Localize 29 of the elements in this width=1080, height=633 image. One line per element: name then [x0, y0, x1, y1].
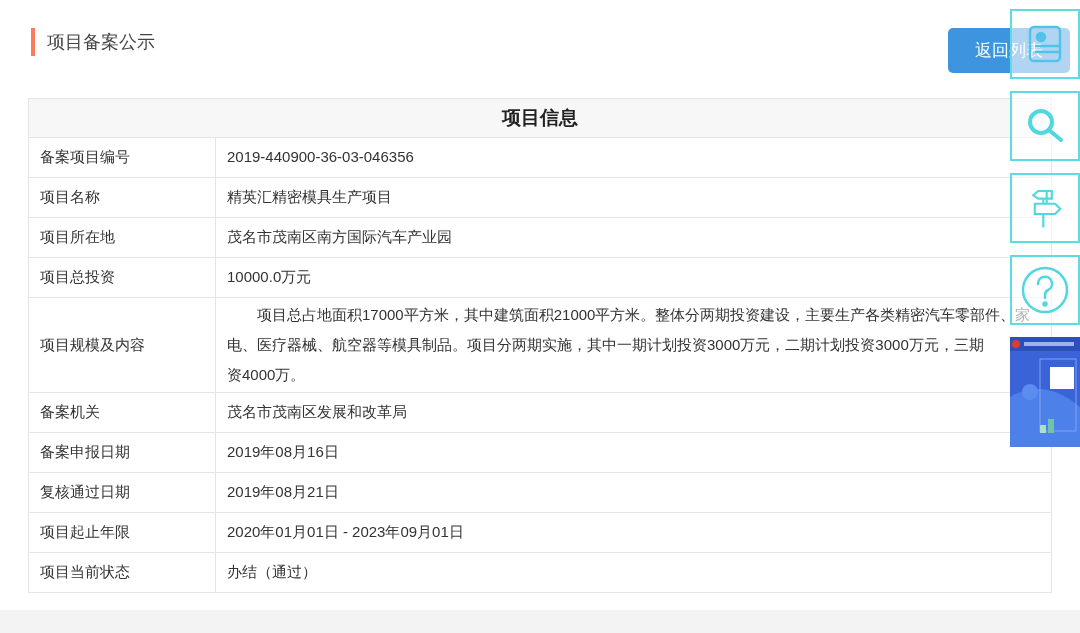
field-value: 2020年01月01日 - 2023年09月01日: [227, 522, 464, 543]
table-title: 项目信息: [502, 105, 578, 130]
field-label: 项目总投资: [40, 267, 115, 288]
description-line: 资4000万。: [227, 365, 307, 385]
sidebar-tool-button[interactable]: [1010, 173, 1080, 243]
field-label: 项目规模及内容: [40, 334, 145, 355]
sidebar-tool-button[interactable]: [1010, 91, 1080, 161]
sidebar-tool-button[interactable]: [1010, 255, 1080, 325]
field-label: 项目所在地: [40, 227, 115, 248]
field-label: 备案申报日期: [40, 442, 130, 463]
field-value: 茂名市茂南区发展和改革局: [227, 402, 407, 423]
field-value: 精英汇精密模具生产项目: [227, 187, 392, 208]
field-value: 茂名市茂南区南方国际汽车产业园: [227, 227, 452, 248]
field-value: 2019年08月16日: [227, 442, 339, 463]
field-value: 办结（通过）: [227, 562, 317, 583]
field-value: 2019年08月21日: [227, 482, 339, 503]
field-value: 10000.0万元: [227, 267, 312, 288]
field-label: 项目起止年限: [40, 522, 130, 543]
field-label: 复核通过日期: [40, 482, 130, 503]
title-accent-bar: [31, 28, 35, 56]
field-label: 项目名称: [40, 187, 100, 208]
field-label: 项目当前状态: [40, 562, 130, 583]
field-label: 备案机关: [40, 402, 100, 423]
sidebar-tool-button[interactable]: [1010, 9, 1080, 79]
field-label: 备案项目编号: [40, 147, 130, 168]
page-title: 项目备案公示: [47, 30, 155, 54]
description-line: 项目总占地面积17000平方米，其中建筑面积21000平方米。整体分两期投资建设，主要生产各类精密汽车零部件、家: [256, 305, 1032, 325]
description-line: 电、医疗器械、航空器等模具制品。项目分两期实施，其中一期计划投资3000万元，二期计划投资3000万元，三期: [227, 335, 985, 355]
field-value: 2019-440900-36-03-046356: [227, 147, 414, 168]
